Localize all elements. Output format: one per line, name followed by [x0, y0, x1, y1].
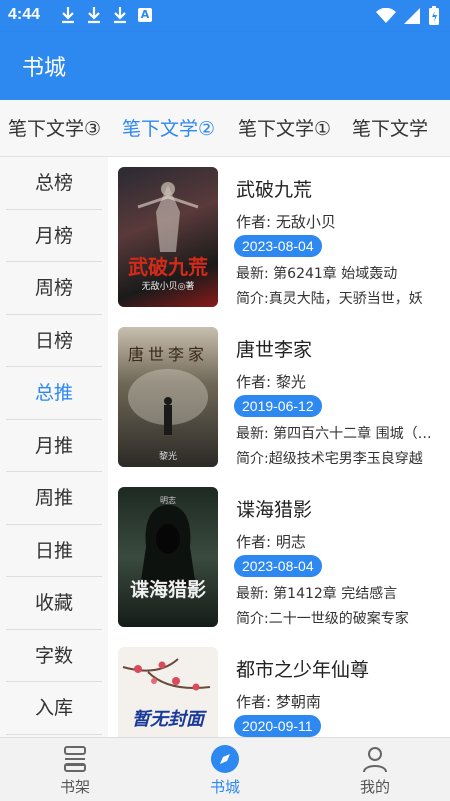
book-title: 谍海猎影	[236, 499, 313, 521]
status-system-icons	[376, 6, 440, 26]
download-icon	[62, 7, 74, 24]
book-title: 武破九荒	[236, 179, 313, 201]
cover-title: 唐世李家	[127, 345, 208, 364]
sidebar-item-week-recommend[interactable]: 周推	[0, 472, 108, 525]
cover-title: 谍海猎影	[129, 579, 206, 601]
tab-source[interactable]: 笔下文学	[352, 114, 428, 141]
tab-source-3[interactable]: 笔下文学③	[8, 114, 101, 141]
book-item[interactable]: 谍海猎影 明志 谍海猎影 作者: 明志 2023-08-04 最新: 第1412…	[108, 477, 450, 637]
book-date-badge: 2019-06-12	[234, 395, 322, 417]
wifi-icon	[376, 8, 396, 23]
cover-illustration	[140, 505, 196, 587]
cover-title: 暂无封面	[132, 709, 204, 730]
a-badge-icon: A	[138, 8, 152, 22]
cover-author: 黎光	[158, 452, 177, 462]
book-cover: 唐世李家 黎光	[118, 327, 218, 467]
ranking-sidebar: 总榜 月榜 周榜 日榜 总推 月推 周推 日推 收藏 字数 入库	[0, 157, 108, 737]
bookshelf-icon	[64, 746, 86, 772]
book-title: 唐世李家	[236, 339, 313, 361]
cover-author: 无敌小贝◎著	[141, 282, 195, 292]
download-icon	[114, 7, 126, 24]
book-item[interactable]: 暂无封面 都市之少年仙尊 作者: 梦朝南 2020-09-11	[108, 637, 450, 737]
book-item[interactable]: 武破九荒 无敌小贝◎著 武破九荒 作者: 无敌小贝 2023-08-04 最新:…	[108, 157, 450, 317]
book-date-badge: 2023-08-04	[234, 555, 322, 577]
sidebar-item-day-rank[interactable]: 日榜	[0, 315, 108, 368]
book-author: 作者: 明志	[236, 533, 306, 551]
page-title: 书城	[22, 56, 67, 81]
person-icon	[363, 747, 387, 773]
sidebar-item-newly-added[interactable]: 入库	[0, 682, 108, 735]
book-latest-chapter: 最新: 第四百六十二章 围城（…	[236, 426, 432, 442]
nav-bookshelf[interactable]: 书架	[0, 738, 150, 801]
status-time: 4:44	[8, 6, 41, 23]
nav-bookstore[interactable]: 书城	[150, 738, 300, 801]
book-intro: 简介:二十一世级的破案专家	[236, 611, 409, 627]
battery-icon	[429, 6, 439, 25]
status-bar: 4:44 A	[0, 0, 450, 32]
nav-profile-label: 我的	[359, 778, 390, 796]
book-item[interactable]: 唐世李家 黎光 唐世李家 作者: 黎光 2019-06-12 最新: 第四百六十…	[108, 317, 450, 477]
sidebar-item-favorites[interactable]: 收藏	[0, 577, 108, 630]
book-cover: 暂无封面	[118, 647, 218, 737]
sidebar-item-month-recommend[interactable]: 月推	[0, 420, 108, 473]
book-date-badge: 2020-09-11	[234, 715, 321, 737]
book-author: 作者: 梦朝南	[236, 693, 321, 711]
book-cover: 谍海猎影 明志	[118, 487, 218, 627]
book-date-badge: 2023-08-04	[234, 235, 322, 257]
book-latest-chapter: 最新: 第1412章 完结感言	[236, 586, 398, 602]
compass-icon	[211, 745, 239, 773]
book-list: 武破九荒 无敌小贝◎著 武破九荒 作者: 无敌小贝 2023-08-04 最新:…	[108, 157, 450, 737]
book-author: 作者: 黎光	[236, 373, 306, 391]
nav-bookstore-label: 书城	[209, 778, 240, 796]
download-icon	[88, 7, 100, 24]
app-bar: 书城	[0, 32, 450, 100]
sidebar-item-month-rank[interactable]: 月榜	[0, 210, 108, 263]
book-latest-chapter: 最新: 第6241章 始域轰动	[236, 266, 398, 282]
sidebar-item-total-recommend[interactable]: 总推	[0, 367, 108, 420]
cover-title: 武破九荒	[128, 255, 208, 279]
signal-icon	[404, 8, 420, 24]
status-notifications: A	[60, 6, 152, 24]
sidebar-item-day-recommend[interactable]: 日推	[0, 525, 108, 578]
tab-source-2[interactable]: 笔下文学②	[122, 114, 215, 141]
sidebar-item-week-rank[interactable]: 周榜	[0, 262, 108, 315]
book-intro: 简介:超级技术宅男李玉良穿越	[236, 451, 423, 467]
bottom-navigation: 书架 书城 我的	[0, 737, 450, 801]
sidebar-item-word-count[interactable]: 字数	[0, 630, 108, 683]
book-title: 都市之少年仙尊	[236, 659, 370, 681]
tab-source-1[interactable]: 笔下文学①	[238, 114, 331, 141]
book-intro: 简介:真灵大陆，天骄当世，妖	[236, 291, 423, 307]
cover-author: 明志	[160, 496, 176, 505]
book-author: 作者: 无敌小贝	[236, 213, 336, 231]
sidebar-item-total-rank[interactable]: 总榜	[0, 157, 108, 210]
nav-profile[interactable]: 我的	[300, 738, 450, 801]
book-cover: 武破九荒 无敌小贝◎著	[118, 167, 218, 307]
nav-bookshelf-label: 书架	[59, 778, 90, 796]
source-tabs: 笔下文学③ 笔下文学② 笔下文学① 笔下文学	[0, 100, 450, 157]
